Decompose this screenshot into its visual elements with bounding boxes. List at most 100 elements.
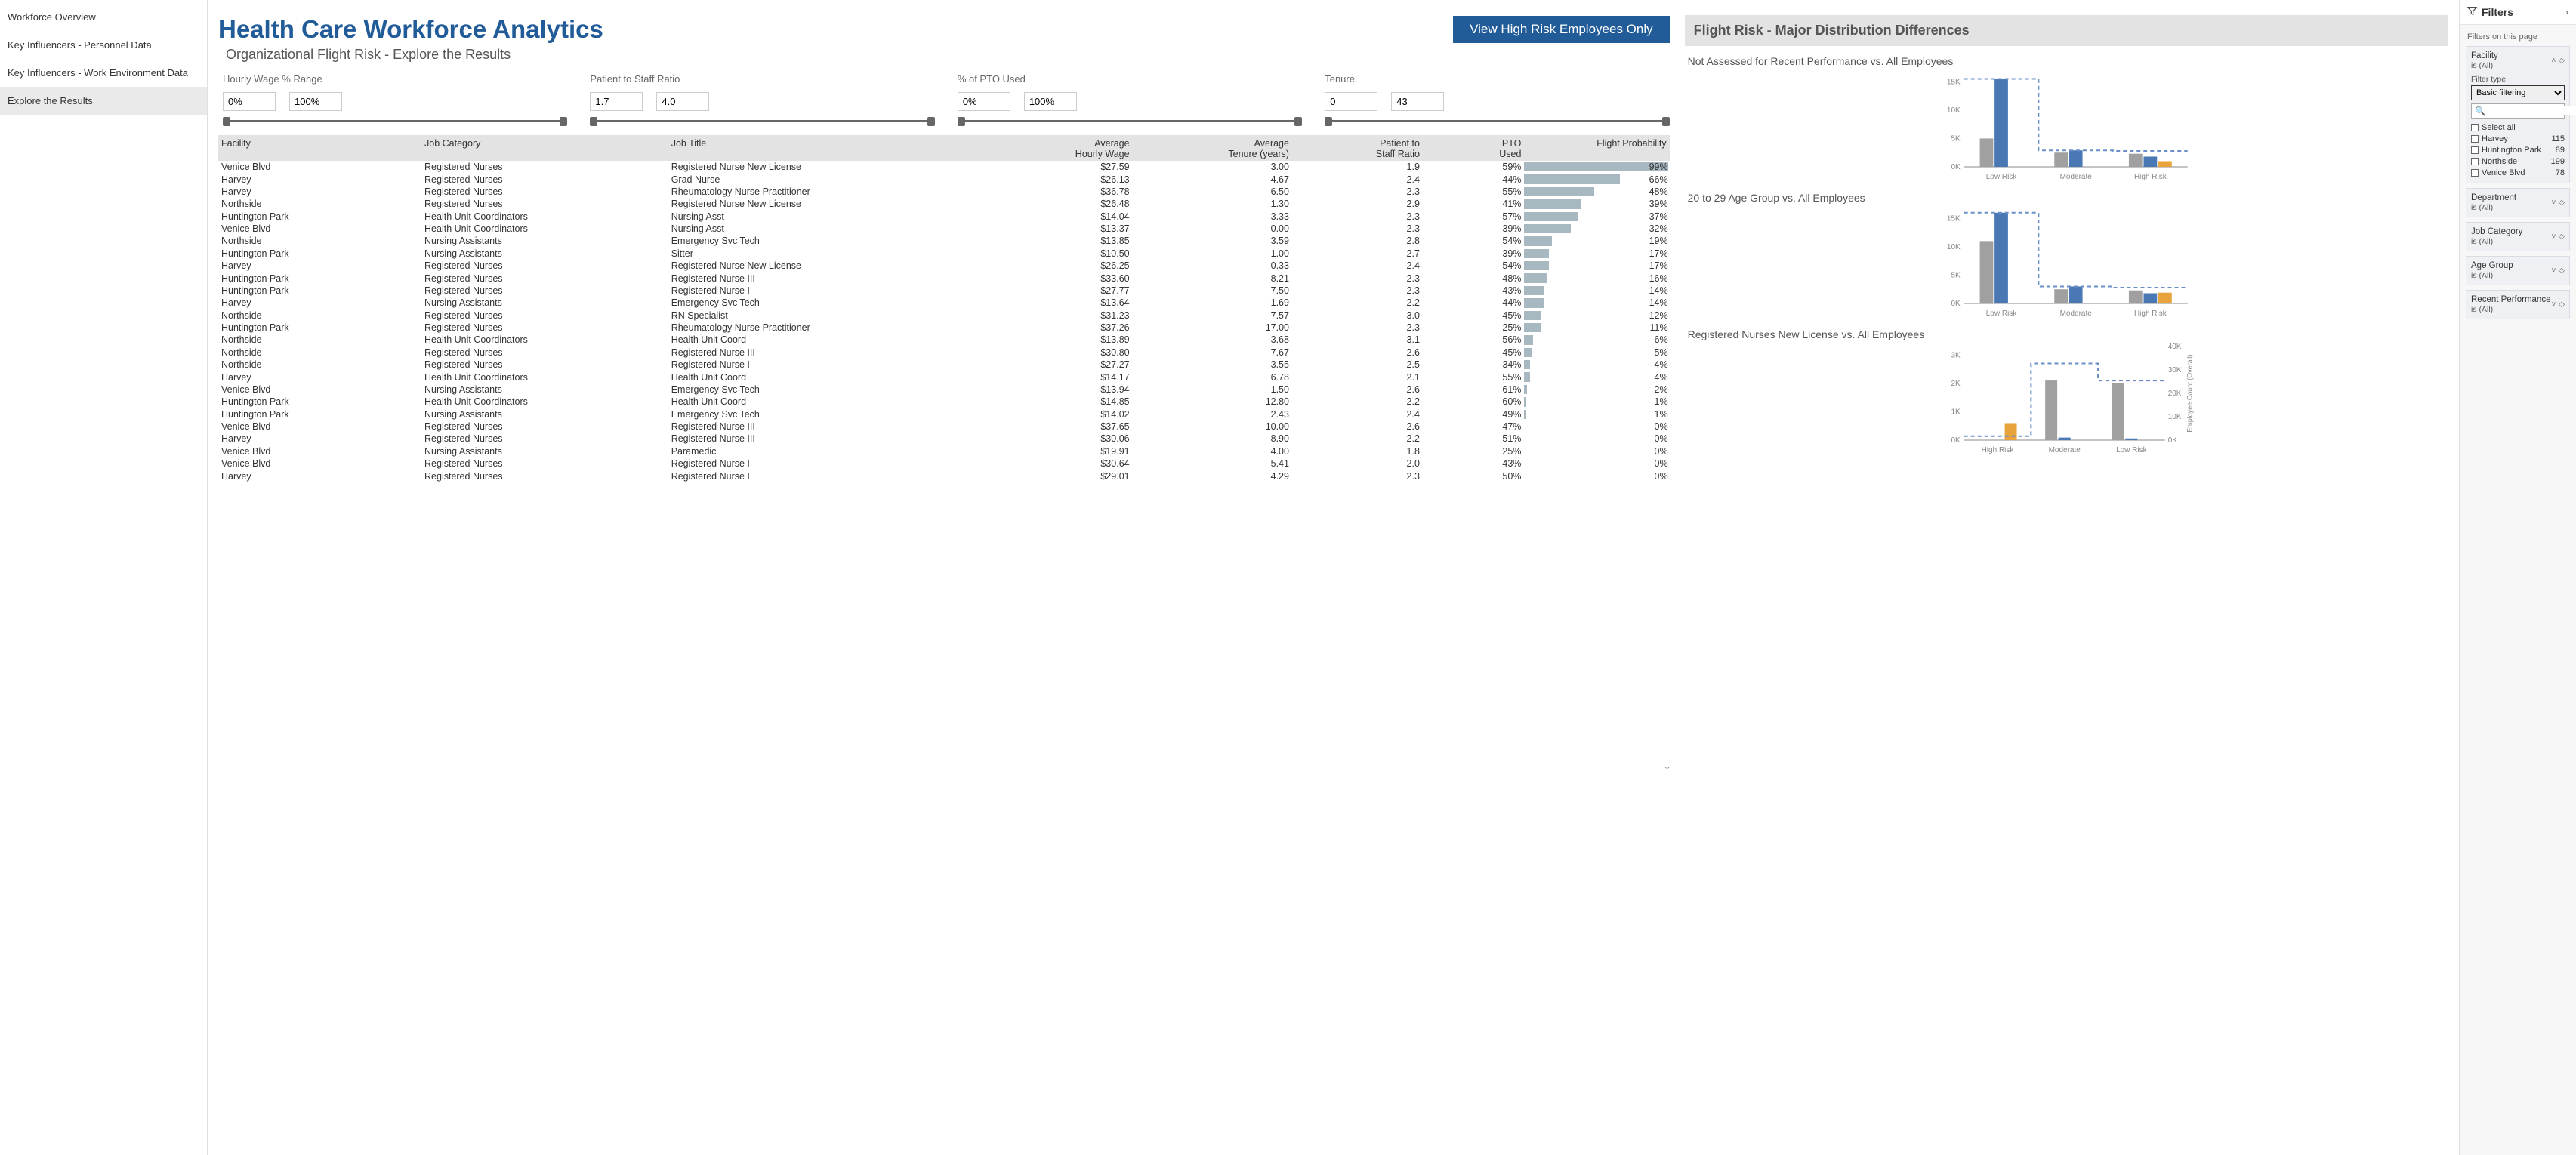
table-row[interactable]: Huntington Park Nursing Assistants Sitte…: [218, 248, 1670, 260]
range-slider[interactable]: [590, 117, 934, 126]
filter-option[interactable]: Venice Blvd 78: [2471, 167, 2565, 178]
filter-card-recent-performance[interactable]: Recent Performanceis (All) ˅ ◇: [2466, 290, 2570, 319]
chart-title: Registered Nurses New License vs. All Em…: [1688, 328, 2448, 340]
table-row[interactable]: Venice Blvd Nursing Assistants Paramedic…: [218, 445, 1670, 457]
slicer-to-input[interactable]: [289, 92, 342, 111]
filter-type-select[interactable]: Basic filtering: [2471, 85, 2565, 100]
nav-item-2[interactable]: Key Influencers - Work Environment Data: [0, 59, 207, 87]
chart-1[interactable]: 20 to 29 Age Group vs. All Employees0K5K…: [1685, 192, 2448, 322]
chevron-down-icon[interactable]: ˅: [2551, 300, 2556, 309]
slicer-to-input[interactable]: [1391, 92, 1444, 111]
filter-search-input[interactable]: [2488, 106, 2576, 116]
filter-option[interactable]: Select all: [2471, 122, 2565, 133]
col-header[interactable]: AverageHourly Wage: [973, 135, 1132, 161]
chart-svg: 0K1K2K3K0K10K20K30K40KEmployee Count (Ov…: [1685, 343, 2448, 457]
range-slider[interactable]: [958, 117, 1302, 126]
slicer-to-input[interactable]: [1024, 92, 1077, 111]
slicer-from-input[interactable]: [1325, 92, 1377, 111]
svg-text:Low Risk: Low Risk: [1985, 173, 2017, 181]
slicer-from-input[interactable]: [590, 92, 643, 111]
table-row[interactable]: Venice Blvd Registered Nurses Registered…: [218, 161, 1670, 173]
col-header[interactable]: Job Title: [668, 135, 973, 161]
table-row[interactable]: Harvey Registered Nurses Registered Nurs…: [218, 433, 1670, 445]
table-row[interactable]: Northside Registered Nurses Registered N…: [218, 198, 1670, 210]
filters-header: Filters ›: [2460, 0, 2576, 25]
col-header[interactable]: Facility: [218, 135, 421, 161]
svg-text:0K: 0K: [1951, 300, 1961, 308]
eraser-icon[interactable]: ◇: [2559, 233, 2565, 241]
data-table-container: FacilityJob CategoryJob TitleAverageHour…: [218, 135, 1670, 1144]
eraser-icon[interactable]: ◇: [2559, 266, 2565, 275]
filter-card-job-category[interactable]: Job Categoryis (All) ˅ ◇: [2466, 222, 2570, 251]
range-slider[interactable]: [1325, 117, 1669, 126]
filter-option[interactable]: Northside 199: [2471, 156, 2565, 167]
filters-pane: Filters › Filters on this page Facilityi…: [2459, 0, 2576, 1155]
chevron-up-icon[interactable]: ˄: [2551, 57, 2556, 65]
table-row[interactable]: Northside Health Unit Coordinators Healt…: [218, 334, 1670, 346]
table-row[interactable]: Northside Nursing Assistants Emergency S…: [218, 235, 1670, 247]
table-row[interactable]: Harvey Registered Nurses Registered Nurs…: [218, 260, 1670, 272]
col-header[interactable]: Job Category: [421, 135, 668, 161]
col-header[interactable]: AverageTenure (years): [1133, 135, 1292, 161]
table-row[interactable]: Northside Registered Nurses Registered N…: [218, 359, 1670, 371]
view-high-risk-button[interactable]: View High Risk Employees Only: [1453, 16, 1670, 43]
scroll-down-icon[interactable]: ⌄: [1664, 761, 1670, 772]
chart-0[interactable]: Not Assessed for Recent Performance vs. …: [1685, 55, 2448, 186]
col-header[interactable]: Patient toStaff Ratio: [1292, 135, 1423, 161]
table-row[interactable]: Northside Registered Nurses Registered N…: [218, 346, 1670, 359]
col-header[interactable]: PTOUsed: [1423, 135, 1525, 161]
table-row[interactable]: Harvey Registered Nurses Grad Nurse $26.…: [218, 173, 1670, 185]
filter-card-department[interactable]: Departmentis (All) ˅ ◇: [2466, 188, 2570, 217]
table-row[interactable]: Venice Blvd Registered Nurses Registered…: [218, 457, 1670, 470]
filter-card-facility[interactable]: Facilityis (All) ˄ ◇ Filter type Basic f…: [2466, 46, 2570, 183]
svg-text:5K: 5K: [1951, 134, 1961, 143]
table-row[interactable]: Huntington Park Nursing Assistants Emerg…: [218, 408, 1670, 420]
table-row[interactable]: Huntington Park Registered Nurses Regist…: [218, 285, 1670, 297]
filter-card-age-group[interactable]: Age Groupis (All) ˅ ◇: [2466, 256, 2570, 285]
checkbox-icon[interactable]: [2471, 158, 2479, 165]
table-row[interactable]: Northside Registered Nurses RN Specialis…: [218, 310, 1670, 322]
table-row[interactable]: Huntington Park Registered Nurses Rheuma…: [218, 322, 1670, 334]
filter-option[interactable]: Huntington Park 89: [2471, 144, 2565, 156]
table-row[interactable]: Harvey Nursing Assistants Emergency Svc …: [218, 297, 1670, 309]
table-row[interactable]: Venice Blvd Registered Nurses Registered…: [218, 420, 1670, 433]
checkbox-icon[interactable]: [2471, 124, 2479, 131]
nav-item-3[interactable]: Explore the Results: [0, 87, 207, 115]
chevron-down-icon[interactable]: ˅: [2551, 199, 2556, 207]
slicer-from-input[interactable]: [223, 92, 276, 111]
col-header[interactable]: Flight Probability: [1524, 135, 1669, 161]
filter-search[interactable]: 🔍: [2471, 103, 2565, 119]
eraser-icon[interactable]: ◇: [2559, 300, 2565, 309]
table-row[interactable]: Venice Blvd Nursing Assistants Emergency…: [218, 383, 1670, 396]
charts-header: Flight Risk - Major Distribution Differe…: [1685, 15, 2448, 46]
eraser-icon[interactable]: ◇: [2559, 57, 2565, 65]
svg-text:2K: 2K: [1951, 380, 1961, 388]
slicer-label: % of PTO Used: [958, 73, 1302, 85]
checkbox-icon[interactable]: [2471, 135, 2479, 143]
table-row[interactable]: Harvey Registered Nurses Rheumatology Nu…: [218, 186, 1670, 198]
table-row[interactable]: Harvey Registered Nurses Registered Nurs…: [218, 470, 1670, 482]
chart-2[interactable]: Registered Nurses New License vs. All Em…: [1685, 328, 2448, 459]
checkbox-icon[interactable]: [2471, 146, 2479, 154]
chevron-down-icon[interactable]: ˅: [2551, 266, 2556, 275]
eraser-icon[interactable]: ◇: [2559, 199, 2565, 207]
chevron-down-icon[interactable]: ˅: [2551, 233, 2556, 241]
table-row[interactable]: Huntington Park Health Unit Coordinators…: [218, 211, 1670, 223]
svg-text:15K: 15K: [1947, 78, 1961, 86]
table-row[interactable]: Venice Blvd Health Unit Coordinators Nur…: [218, 223, 1670, 235]
nav-item-1[interactable]: Key Influencers - Personnel Data: [0, 31, 207, 59]
search-icon: 🔍: [2475, 106, 2485, 116]
range-slider[interactable]: [223, 117, 567, 126]
filter-option[interactable]: Harvey 115: [2471, 133, 2565, 144]
svg-text:20K: 20K: [2167, 390, 2181, 398]
table-row[interactable]: Huntington Park Registered Nurses Regist…: [218, 272, 1670, 284]
collapse-filters-icon[interactable]: ›: [2565, 7, 2568, 17]
table-row[interactable]: Huntington Park Health Unit Coordinators…: [218, 396, 1670, 408]
checkbox-icon[interactable]: [2471, 169, 2479, 177]
slicer-label: Patient to Staff Ratio: [590, 73, 934, 85]
table-row[interactable]: Harvey Health Unit Coordinators Health U…: [218, 371, 1670, 383]
slicer-from-input[interactable]: [958, 92, 1010, 111]
nav-item-0[interactable]: Workforce Overview: [0, 3, 207, 31]
slicer-to-input[interactable]: [656, 92, 709, 111]
svg-text:Moderate: Moderate: [2048, 446, 2081, 454]
